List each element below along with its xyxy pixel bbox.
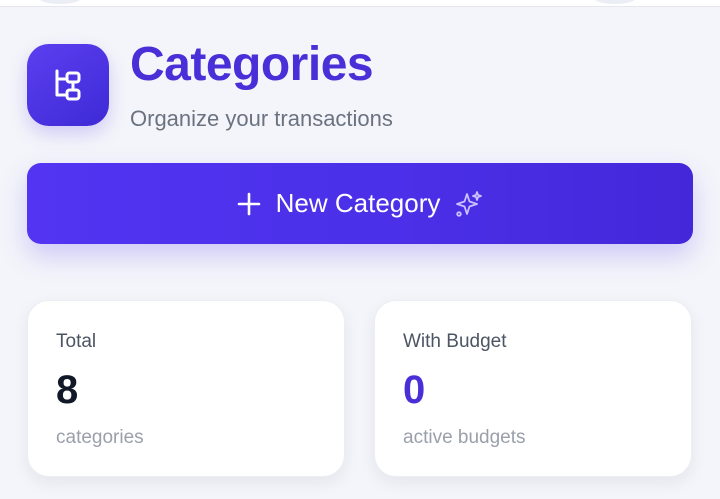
new-category-button[interactable]: New Category	[27, 163, 693, 244]
app-logo	[27, 44, 109, 126]
stat-label: Total	[56, 331, 97, 352]
new-category-label: New Category	[275, 188, 441, 218]
stat-card-total: Total 8 categories	[27, 300, 345, 477]
category-tree-icon	[55, 69, 81, 101]
stat-value: 8	[56, 368, 79, 412]
page-subtitle: Organize your transactions	[130, 106, 393, 131]
page-title: Categories	[130, 38, 374, 91]
top-bar-shape	[595, 0, 635, 4]
top-bar-shape	[40, 0, 80, 4]
plus-icon	[237, 192, 260, 215]
stat-sublabel: categories	[56, 427, 144, 448]
stat-label: With Budget	[403, 331, 507, 352]
stat-card-with-budget: With Budget 0 active budgets	[374, 300, 692, 477]
stat-sublabel: active budgets	[403, 427, 526, 448]
top-bar	[0, 0, 720, 7]
sparkle-icon	[456, 190, 483, 217]
stat-value: 0	[403, 368, 426, 412]
